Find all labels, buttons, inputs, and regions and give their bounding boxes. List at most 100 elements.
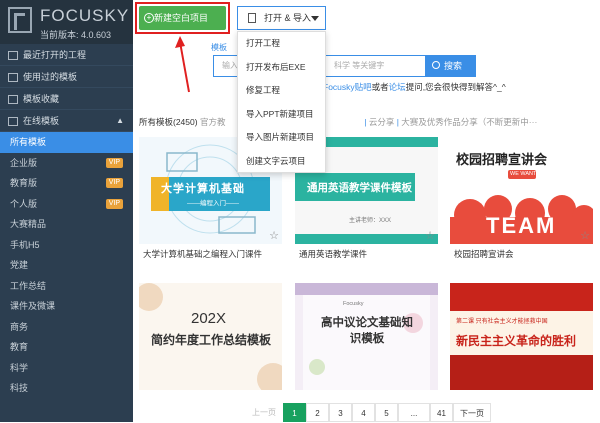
star-icon[interactable]: ☆ (425, 229, 435, 242)
sidebar-sub-label: 企业版 (10, 157, 38, 168)
sidebar-sub-label: 个人版 (10, 198, 38, 209)
app-logo: FOCUSKY 当前版本: 4.0.603 (0, 0, 133, 44)
sidebar-sub-label: 党建 (10, 260, 29, 270)
chevron-up-icon: ▲ (116, 116, 124, 125)
sidebar-sub-label: 商务 (10, 321, 29, 332)
cloud-icon (8, 117, 18, 127)
template-card[interactable]: 第二课 只有社会主义才能拯救中国 新民主主义革命的胜利 (450, 283, 593, 393)
sidebar-sub-business[interactable]: 商务 (0, 317, 133, 338)
button-label: 打开 & 导入 (264, 13, 312, 23)
category-filter-bar: 所有模板(2450) 官方教 | 云分享 | 大赛及优秀作品分享（不断更新中··… (139, 117, 538, 127)
vip-badge: VIP (105, 178, 123, 188)
forum-link[interactable]: 论坛 (389, 82, 406, 92)
template-thumbnail[interactable]: 第二课 只有社会主义才能拯救中国 新民主主义革命的胜利 (450, 283, 593, 390)
template-thumbnail[interactable]: Focusky 高中议论文基础知识模板 (295, 283, 438, 390)
pager-page[interactable]: 2 (306, 403, 329, 422)
highlight-box (135, 2, 230, 34)
help-text: Focusky贴吧或者论坛提问,您会很快得到解答^_^ (323, 81, 506, 93)
help-tail: 提问,您会很快得到解答^_^ (405, 82, 506, 92)
menu-item-word-cloud[interactable]: 创建文字云项目 (238, 150, 325, 174)
placeholder-text: 输入 (222, 61, 238, 70)
star-icon[interactable]: ☆ (269, 229, 279, 242)
open-import-button[interactable]: 打开 & 导入 (237, 6, 326, 30)
thumbnail-subtitle: ——编程入门—— (187, 200, 239, 207)
main-panel: + 新建空白项目 打开 & 导入 模板 输入 科学 等关键字 搜索 Focusky贴… (133, 0, 600, 422)
file-icon (248, 13, 256, 23)
bookmark-icon (8, 95, 18, 105)
annotation-arrow-icon (175, 36, 190, 93)
filter-cloud-share[interactable]: 云分享 (369, 117, 395, 127)
template-title: 大学计算机基础之编程入门课件 (143, 249, 263, 259)
sidebar-sub-enterprise[interactable]: 企业版 VIP (0, 153, 133, 174)
sidebar-item-recent[interactable]: 最近打开的工程 (0, 44, 133, 66)
sidebar-sub-personal[interactable]: 个人版 VIP (0, 194, 133, 215)
button-label: 搜索 (444, 61, 463, 71)
chevron-down-icon (311, 16, 319, 21)
pager-page[interactable]: 5 (375, 403, 398, 422)
thumbnail-title: 新民主主义革命的胜利 (456, 334, 577, 348)
filter-contest-share[interactable]: 大赛及优秀作品分享（不断更新中··· (401, 117, 537, 127)
filter-official[interactable]: 官方教 (200, 117, 226, 127)
menu-item-import-ppt[interactable]: 导入PPT新建项目 (238, 103, 325, 127)
sidebar-sub-label: 教育 (10, 342, 29, 352)
sidebar-sub-label: 大赛精品 (10, 219, 47, 229)
sidebar-item-label: 使用过的模板 (23, 72, 78, 82)
menu-item-repair-project[interactable]: 修复工程 (238, 79, 325, 103)
sidebar-sub-technology[interactable]: 科技 (0, 378, 133, 399)
template-thumbnail[interactable]: 校园招聘宣讲会 WE WANT YOU TEAM (450, 137, 593, 244)
sidebar-sub-mobile-h5[interactable]: 手机H5 (0, 235, 133, 256)
thumbnail-title: 大学计算机基础 (161, 183, 245, 195)
sidebar-sub-education[interactable]: 教育 (0, 337, 133, 358)
sidebar-item-used-templates[interactable]: 使用过的模板 (0, 66, 133, 88)
template-thumbnail[interactable]: 202X 简约年度工作总结模板 (139, 283, 282, 390)
search-tab-templates[interactable]: 模板 (211, 42, 227, 53)
thumbnail-title: 简约年度工作总结模板 (151, 333, 272, 347)
sidebar-sub-label: 手机H5 (10, 239, 40, 250)
sidebar-sub-label: 课件及微课 (10, 301, 56, 311)
menu-item-open-project[interactable]: 打开工程 (238, 32, 325, 56)
menu-item-import-images[interactable]: 导入图片新建项目 (238, 126, 325, 150)
thumbnail-subtitle: 第二课 只有社会主义才能拯救中国 (456, 319, 548, 325)
filter-all-templates[interactable]: 所有模板(2450) (139, 117, 198, 127)
sidebar-sub-contest[interactable]: 大赛精品 (0, 214, 133, 235)
template-card[interactable]: 校园招聘宣讲会 WE WANT YOU TEAM ☆ 校园招聘宣讲会 (450, 137, 593, 269)
sidebar-sub-all[interactable]: 所有模板 (0, 132, 133, 153)
thumbnail-year: 202X (191, 310, 227, 327)
pager-prev[interactable]: 上一页 (245, 403, 283, 422)
sidebar-sub-courseware[interactable]: 课件及微课 (0, 296, 133, 317)
tieba-link[interactable]: Focusky贴吧 (323, 82, 372, 92)
sidebar-sub-label: 科技 (10, 383, 29, 393)
thumbnail-title: 通用英语教学课件模板 (307, 182, 412, 194)
thumbnail-subtitle: 主讲老师：XXX (349, 218, 392, 224)
sidebar-item-label: 在线模板 (23, 116, 60, 126)
pagination: 上一页 1 2 3 4 5 ... 41 下一页 (245, 403, 491, 422)
sidebar-item-label: 最近打开的工程 (23, 50, 87, 60)
sidebar-item-online-templates[interactable]: 在线模板 ▲ (0, 110, 133, 132)
sidebar-sub-work-summary[interactable]: 工作总结 (0, 276, 133, 297)
pager-page[interactable]: 4 (352, 403, 375, 422)
pager-ellipsis: ... (398, 403, 430, 422)
pager-page[interactable]: 41 (430, 403, 453, 422)
placeholder-text-tail: 科学 等关键字 (334, 61, 385, 70)
thumbnail-subtitle: WE WANT YOU (510, 171, 550, 177)
clock-icon (8, 51, 18, 61)
pager-next[interactable]: 下一页 (453, 403, 491, 422)
sidebar-sub-party[interactable]: 党建 (0, 255, 133, 276)
vip-badge: VIP (105, 198, 123, 209)
sidebar-sub-science[interactable]: 科学 (0, 358, 133, 379)
star-icon[interactable]: ☆ (580, 229, 590, 242)
sidebar-item-favorites[interactable]: 模板收藏 (0, 88, 133, 110)
template-icon (8, 73, 18, 83)
search-button[interactable]: 搜索 (426, 55, 476, 77)
template-card[interactable]: 202X 简约年度工作总结模板 (139, 283, 282, 393)
sidebar-sub-education-edition[interactable]: 教育版 VIP (0, 173, 133, 194)
menu-item-open-exe[interactable]: 打开发布后EXE (238, 56, 325, 80)
template-card[interactable]: Focusky 高中议论文基础知识模板 (295, 283, 438, 393)
sidebar-sub-label: 教育版 (10, 178, 38, 188)
app-version: 当前版本: 4.0.603 (40, 30, 112, 40)
template-title: 校园招聘宣讲会 (454, 249, 514, 259)
thumbnail-title: 校园招聘宣讲会 (456, 152, 548, 167)
thumbnail-subtitle: Focusky (343, 301, 364, 307)
pager-page[interactable]: 3 (329, 403, 352, 422)
pager-page[interactable]: 1 (283, 403, 306, 422)
